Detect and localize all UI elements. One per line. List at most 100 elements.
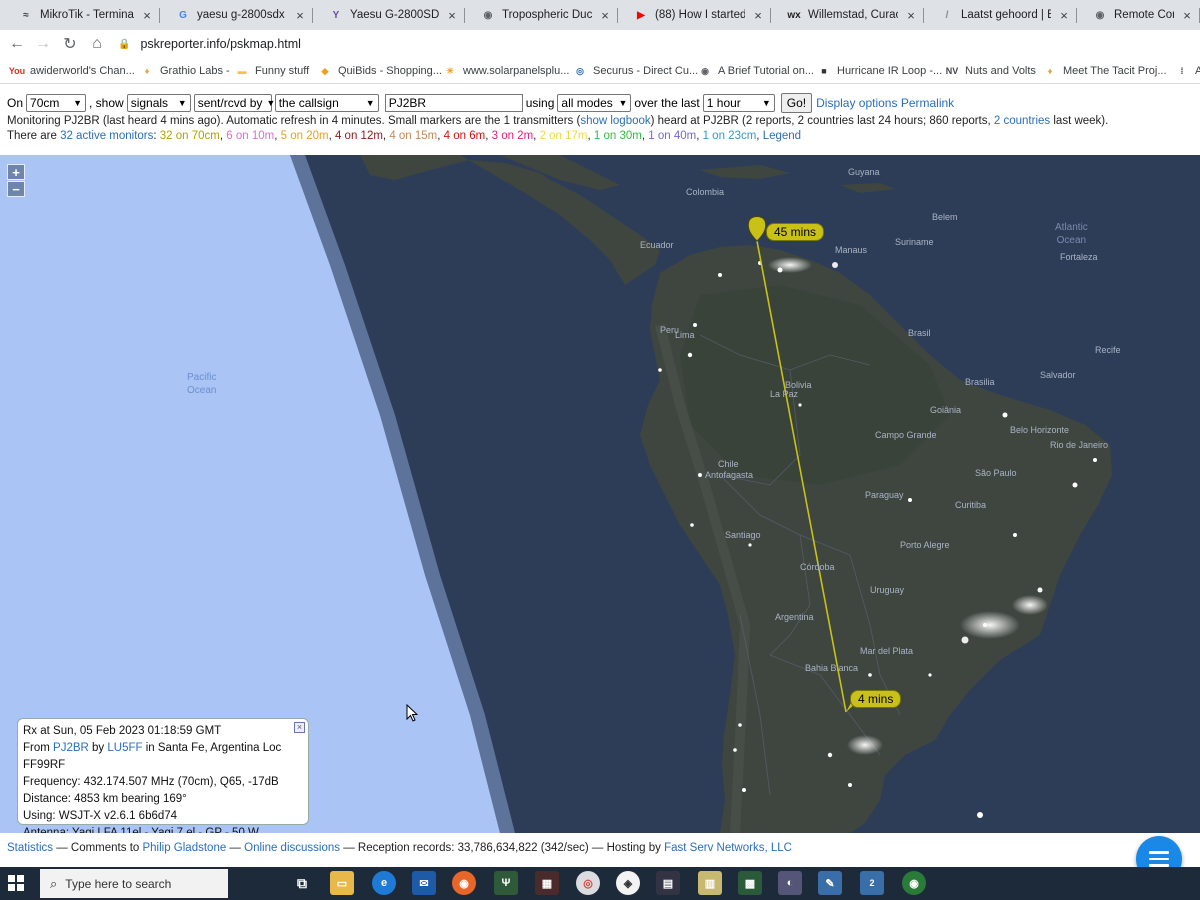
app-icon[interactable]: Ψ [494,871,518,895]
bookmark-item[interactable]: ◆ QuiBids - Shopping... [318,62,442,80]
close-icon[interactable]: × [293,8,307,23]
place-label: Argentina [775,612,814,622]
mode-select[interactable]: all modes ▼ [557,94,632,112]
callsign-input[interactable]: PJ2BR [384,94,523,112]
chevron-down-icon: ▼ [365,98,375,108]
transmitter-age-label[interactable]: 45 mins [766,223,825,241]
go-button[interactable]: Go! [780,93,813,113]
direction-select[interactable]: sent/rcvd by ▼ [193,94,275,112]
period-select[interactable]: 1 hour ▼ [702,94,775,112]
app-icon[interactable]: ▩ [738,871,762,895]
edge-icon[interactable]: e [372,871,396,895]
task-view-icon[interactable]: ⧉ [290,871,314,895]
on-label: On [7,96,24,110]
show-select[interactable]: signals ▼ [126,94,191,112]
close-icon[interactable]: × [751,8,765,23]
zoom-in-button[interactable]: + [7,164,25,180]
zoom-out-button[interactable]: − [7,181,25,197]
permalink-link[interactable]: Permalink [901,96,954,110]
author-link[interactable]: Philip Gladstone [142,842,226,854]
chrome-icon[interactable]: ◎ [576,871,600,895]
close-icon[interactable]: × [294,722,305,733]
app-icon[interactable]: ▤ [656,871,680,895]
browser-tab[interactable]: Y Yaesu G-2800SDX circu × [313,0,465,30]
footer-text: Statistics — Comments to Philip Gladston… [7,842,792,854]
host-link[interactable]: Fast Serv Networks, LLC [664,842,792,854]
close-icon[interactable]: × [598,8,612,23]
globe-icon[interactable]: ◉ [902,871,926,895]
browser-tab[interactable]: wx Willemstad, Curacao C × [771,0,924,30]
app-icon[interactable]: ▦ [535,871,559,895]
close-icon[interactable]: × [1057,8,1071,23]
bookmark-item[interactable]: ♦ Grathio Labs - [140,62,230,80]
browser-tab[interactable]: Gyaesu g-2800sdx manu × [160,0,313,30]
app-icon[interactable]: ✎ [818,871,842,895]
monitors-prefix: There are [7,130,61,142]
show-logbook-link[interactable]: show logbook [580,115,650,127]
close-icon[interactable]: × [1180,8,1194,23]
mail-icon[interactable]: 2 [860,871,884,895]
bookmark-item[interactable]: NV Nuts and Volts [945,62,1036,80]
taskbar-search[interactable]: ⌕ Type here to search [40,869,228,898]
bookmark-item[interactable]: ☀ www.solarpanelsplu... [443,62,569,80]
place-label: Goiânia [930,405,962,415]
band-select[interactable]: 70cm ▼ [26,94,87,112]
bookmark-item[interactable]: ◎ Securus - Direct Cu... [573,62,698,80]
bookmark-item[interactable]: ▬ Funny stuff [235,62,310,80]
display-options-link[interactable]: Display options [816,96,897,110]
forward-arrow-icon[interactable]: → [30,31,56,57]
app-icon[interactable]: ◐ [778,871,802,895]
url-bar[interactable]: 🔒 pskreporter.info/pskmap.html [118,32,301,56]
hamburger-icon [1149,857,1169,861]
page-footer: Statistics — Comments to Philip Gladston… [0,833,1200,867]
reload-icon[interactable]: ↻ [57,31,83,57]
browser-tab[interactable]: / Laatst gehoord | Brand × [924,0,1077,30]
bookmark-item[interactable]: ◉ A Brief Tutorial on... [698,62,814,80]
browser-tab[interactable]: ▶ (88) How I started Astr × [618,0,771,30]
close-icon[interactable]: × [904,8,918,23]
band-value: 70cm [30,96,60,110]
place-label: Campo Grande [875,430,937,440]
receiver-age-label[interactable]: 4 mins [850,690,902,708]
discussions-link[interactable]: Online discussions [244,842,340,854]
chevron-down-icon: ▼ [73,98,83,108]
back-arrow-icon[interactable]: ← [4,31,30,57]
home-icon[interactable]: ⌂ [84,31,110,57]
browser-tab[interactable]: ◉ Tropospheric Ducting × [465,0,618,30]
bookmark-item[interactable]: You awiderworld's Chan... [9,62,135,80]
firefox-icon[interactable]: ◉ [452,871,476,895]
mail-icon[interactable]: ✉ [412,871,436,895]
legend-link[interactable]: Legend [763,130,801,142]
windows-start-icon[interactable] [8,875,24,891]
place-label: Rio de Janeiro [1050,440,1109,450]
transmitter-marker[interactable] [747,216,767,242]
bookmark-item[interactable]: ♦ Meet The Tacit Proj... [1043,62,1167,80]
browser-tab[interactable]: ≈ MikroTik - Terminal at × [3,0,160,30]
windows-taskbar: ⌕ Type here to search ⧉ ▭ e ✉ ◉ Ψ ▦ ◎ ◈ … [0,867,1200,900]
bookmark-item[interactable]: ⁞ Ap [1175,62,1200,80]
rx-callsign-link[interactable]: LU5FF [107,742,142,754]
close-icon[interactable]: × [140,8,154,23]
feather-icon: / [945,9,949,21]
bookmark-item[interactable]: ■ Hurricane IR Loop -... [817,62,942,80]
place-label: Suriname [895,237,934,247]
query-form: On 70cm ▼ , show signals ▼ sent/rcvd by ▼ t… [7,93,954,113]
band-count: 1 on 30m [593,130,642,142]
monitoring-status: Monitoring PJ2BR (last heard 4 mins ago)… [7,115,1108,127]
active-monitors-link[interactable]: 32 active monitors [60,130,153,142]
file-explorer-icon[interactable]: ▭ [330,871,354,895]
statistics-link[interactable]: Statistics [7,842,53,854]
map-controls: On 70cm ▼ , show signals ▼ sent/rcvd by ▼ t… [0,85,1200,155]
countries-link[interactable]: 2 countries [994,115,1050,127]
central-america-land [360,155,660,285]
app-icon[interactable]: ◈ [616,871,640,895]
tx-callsign-link[interactable]: PJ2BR [53,742,89,754]
lock-icon: 🔒 [118,38,131,50]
close-icon[interactable]: × [445,8,459,23]
gem-icon: ♦ [1047,66,1053,76]
app-icon[interactable]: ▥ [698,871,722,895]
rio-glow [1012,595,1048,615]
subject-select[interactable]: the callsign ▼ [274,94,379,112]
band-count: 1 on 40m [648,130,697,142]
browser-tab[interactable]: ◉ Remote Console on LC × [1077,0,1200,30]
